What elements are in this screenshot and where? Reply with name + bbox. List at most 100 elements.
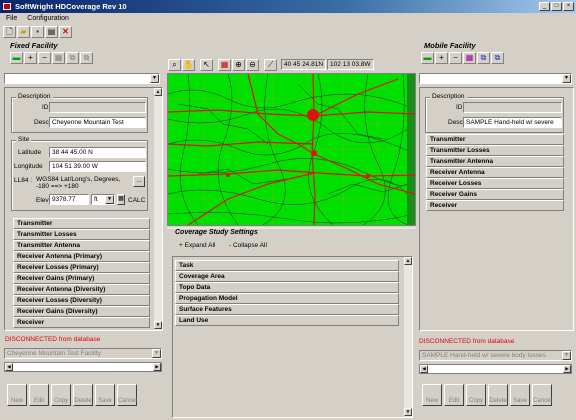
scroll-up-icon[interactable]: ▲ (154, 88, 162, 96)
calc-label[interactable]: CALC (128, 197, 145, 204)
mobile-select-icon[interactable]: ▬ (421, 52, 434, 64)
fixed-copy-button[interactable]: Copy (51, 384, 71, 406)
fixed-db-combo[interactable]: Cheyenne Mountain Test Facility ▼ (4, 348, 162, 359)
fixed-section-receiver-losses-diversity[interactable]: Receiver Losses (Diversity) (13, 295, 150, 306)
close-x-icon[interactable]: ✕ (59, 26, 72, 38)
close-window-button[interactable]: × (563, 2, 574, 11)
fixed-section-receiver-gains-diversity[interactable]: Receiver Gains (Diversity) (13, 306, 150, 317)
print-icon[interactable]: ▤ (45, 26, 58, 38)
coverage-section-surface-features[interactable]: Surface Features (175, 304, 399, 315)
mobile-save-button[interactable]: Save (510, 384, 530, 406)
fixed-scrollbar[interactable]: ▲ ▼ (153, 88, 162, 330)
mobile-section-receiver-losses[interactable]: Receiver Losses (426, 178, 564, 189)
fixed-edit-button[interactable]: Edit (29, 384, 49, 406)
mobile-section-transmitter[interactable]: Transmitter (426, 134, 564, 145)
longitude-field[interactable]: 104 51 39.00 W (49, 161, 146, 172)
pointer-icon[interactable]: ↖ (200, 59, 213, 71)
mobile-id-field[interactable] (463, 102, 562, 113)
fixed-delete-button[interactable]: Delete (73, 384, 93, 406)
scroll-down-icon[interactable]: ▼ (404, 408, 412, 416)
coverage-section-topo-data[interactable]: Topo Data (175, 282, 399, 293)
fixed-facility-combo[interactable]: ▼ (4, 73, 160, 84)
scroll-left-icon[interactable]: ◀ (5, 363, 13, 371)
coverage-scrollbar[interactable]: ▲ ▼ (403, 257, 412, 417)
zoom-out-icon[interactable]: ⊖ (246, 59, 259, 71)
mobile-remove-icon[interactable]: − (449, 52, 462, 64)
mobile-grid-icon[interactable]: ▦ (463, 52, 476, 64)
scroll-down-icon[interactable]: ▼ (154, 321, 162, 329)
measure-icon[interactable]: ⟋ (264, 59, 277, 71)
chevron-down-icon[interactable]: ▼ (152, 349, 161, 358)
expand-all-link[interactable]: + Expand All (179, 242, 215, 249)
fixed-section-receiver-antenna-primary[interactable]: Receiver Antenna (Primary) (13, 251, 150, 262)
fixed-grid-icon[interactable]: ▦ (52, 52, 65, 64)
fixed-add-icon[interactable]: + (24, 52, 37, 64)
elevation-field[interactable]: 9378.77 (49, 194, 89, 205)
mobile-db-combo[interactable]: SAMPLE Hand-held w/ severe body losses ▼ (419, 350, 572, 361)
mobile-add-icon[interactable]: + (435, 52, 448, 64)
fixed-id-field[interactable] (49, 102, 146, 113)
mobile-desc-field[interactable]: SAMPLE Hand-held w/ severe (463, 117, 562, 128)
chevron-down-icon[interactable]: ▼ (150, 74, 159, 83)
fixed-save-button[interactable]: Save (95, 384, 115, 406)
fixed-paste-icon[interactable]: ⧉ (80, 52, 93, 64)
mobile-copy-icon[interactable]: ⧉ (477, 52, 490, 64)
coverage-section-propagation-model[interactable]: Propagation Model (175, 293, 399, 304)
fixed-cancel-button[interactable]: Cancel (117, 384, 137, 406)
fixed-section-receiver-gains-primary[interactable]: Receiver Gains (Primary) (13, 273, 150, 284)
open-folder-icon[interactable]: ▰ (17, 26, 30, 38)
calc-icon[interactable]: ▦ (117, 194, 125, 205)
fixed-copy-icon[interactable]: ⧉ (66, 52, 79, 64)
menu-file[interactable]: File (6, 15, 17, 22)
mobile-hscrollbar[interactable]: ◀ ▶ (419, 364, 572, 374)
mobile-delete-button[interactable]: Delete (488, 384, 508, 406)
map-canvas[interactable] (168, 74, 415, 225)
fixed-section-transmitter[interactable]: Transmitter (13, 218, 150, 229)
scroll-right-icon[interactable]: ▶ (563, 365, 571, 373)
fixed-hscrollbar[interactable]: ◀ ▶ (4, 362, 162, 372)
mobile-copy-button[interactable]: Copy (466, 384, 486, 406)
minimize-button[interactable]: _ (539, 2, 550, 11)
elevation-unit-select[interactable]: ft ▼ (91, 194, 115, 205)
fixed-remove-icon[interactable]: − (38, 52, 51, 64)
menu-configuration[interactable]: Configuration (27, 15, 69, 22)
coverage-section-coverage-area[interactable]: Coverage Area (175, 271, 399, 282)
maximize-button[interactable]: □ (551, 2, 562, 11)
scroll-right-icon[interactable]: ▶ (153, 363, 161, 371)
mobile-cancel-button[interactable]: Cancel (532, 384, 552, 406)
fixed-select-icon[interactable]: ▬ (10, 52, 23, 64)
datum-browse-button[interactable]: ... (133, 176, 145, 187)
latitude-field[interactable]: 38 44 45.00 N (49, 147, 146, 158)
fixed-new-button[interactable]: New (7, 384, 27, 406)
zoom-in-icon[interactable]: ⊕ (232, 59, 245, 71)
fixed-section-receiver-losses-primary[interactable]: Receiver Losses (Primary) (13, 262, 150, 273)
mobile-facility-combo[interactable]: ▼ (419, 73, 572, 84)
chevron-down-icon[interactable]: ▼ (562, 351, 571, 360)
fixed-section-receiver[interactable]: Receiver (13, 317, 150, 328)
magnify-icon[interactable]: ⌕ (168, 59, 181, 71)
mobile-section-receiver[interactable]: Receiver (426, 200, 564, 211)
pan-hand-icon[interactable]: ✋ (182, 59, 195, 71)
collapse-all-link[interactable]: - Collapse All (229, 242, 267, 249)
new-file-icon[interactable]: 🗋 (3, 26, 16, 38)
coverage-section-land-use[interactable]: Land Use (175, 315, 399, 326)
mobile-section-receiver-antenna[interactable]: Receiver Antenna (426, 167, 564, 178)
mobile-section-transmitter-antenna[interactable]: Transmitter Antenna (426, 156, 564, 167)
scroll-up-icon[interactable]: ▲ (404, 257, 412, 265)
coverage-map[interactable] (167, 73, 416, 226)
fixed-section-transmitter-antenna[interactable]: Transmitter Antenna (13, 240, 150, 251)
mobile-edit-button[interactable]: Edit (444, 384, 464, 406)
chevron-down-icon[interactable]: ▼ (562, 74, 571, 83)
mobile-paste-icon[interactable]: ⧉ (491, 52, 504, 64)
layers-icon[interactable]: ▦ (218, 59, 231, 71)
mobile-new-button[interactable]: New (422, 384, 442, 406)
coverage-section-task[interactable]: Task (175, 260, 399, 271)
fixed-section-transmitter-losses[interactable]: Transmitter Losses (13, 229, 150, 240)
save-disk-icon[interactable]: ▪ (31, 26, 44, 38)
mobile-section-receiver-gains[interactable]: Receiver Gains (426, 189, 564, 200)
chevron-down-icon[interactable]: ▼ (105, 195, 114, 204)
fixed-desc-field[interactable]: Cheyenne Mountain Test (49, 117, 146, 128)
scroll-left-icon[interactable]: ◀ (420, 365, 428, 373)
mobile-section-transmitter-losses[interactable]: Transmitter Losses (426, 145, 564, 156)
fixed-section-receiver-antenna-diversity[interactable]: Receiver Antenna (Diversity) (13, 284, 150, 295)
